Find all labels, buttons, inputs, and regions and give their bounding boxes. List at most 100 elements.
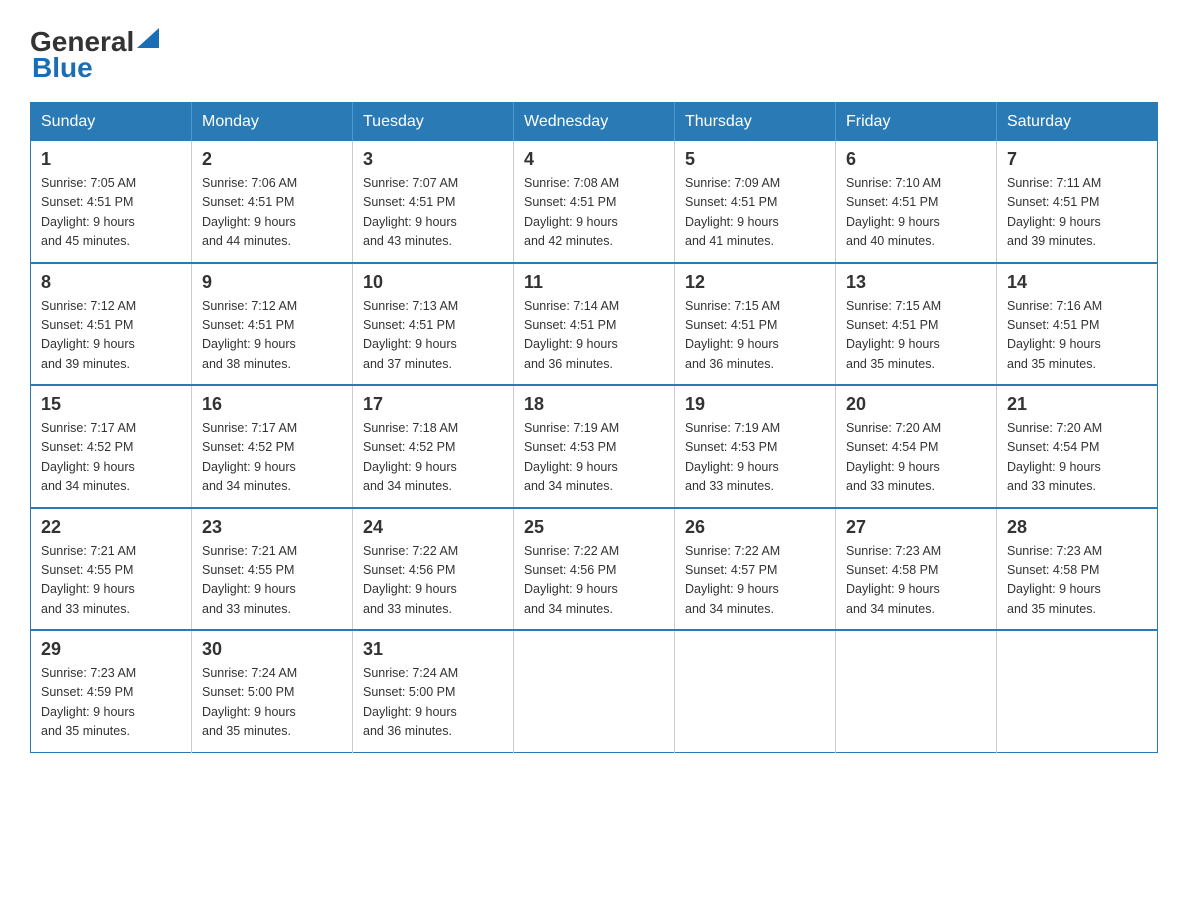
day-info: Sunrise: 7:18 AMSunset: 4:52 PMDaylight:… bbox=[363, 421, 458, 493]
day-info: Sunrise: 7:15 AMSunset: 4:51 PMDaylight:… bbox=[846, 299, 941, 371]
calendar-week-row: 8 Sunrise: 7:12 AMSunset: 4:51 PMDayligh… bbox=[31, 263, 1158, 386]
day-number: 23 bbox=[202, 517, 342, 538]
logo-triangle-icon bbox=[137, 28, 159, 48]
day-info: Sunrise: 7:16 AMSunset: 4:51 PMDaylight:… bbox=[1007, 299, 1102, 371]
calendar-cell: 13 Sunrise: 7:15 AMSunset: 4:51 PMDaylig… bbox=[836, 263, 997, 386]
calendar-cell: 4 Sunrise: 7:08 AMSunset: 4:51 PMDayligh… bbox=[514, 141, 675, 263]
logo: General Blue bbox=[30, 20, 159, 84]
calendar-cell: 14 Sunrise: 7:16 AMSunset: 4:51 PMDaylig… bbox=[997, 263, 1158, 386]
weekday-header-sunday: Sunday bbox=[31, 103, 192, 142]
day-number: 19 bbox=[685, 394, 825, 415]
weekday-header-wednesday: Wednesday bbox=[514, 103, 675, 142]
day-info: Sunrise: 7:24 AMSunset: 5:00 PMDaylight:… bbox=[363, 666, 458, 738]
day-info: Sunrise: 7:20 AMSunset: 4:54 PMDaylight:… bbox=[1007, 421, 1102, 493]
calendar-cell: 11 Sunrise: 7:14 AMSunset: 4:51 PMDaylig… bbox=[514, 263, 675, 386]
day-info: Sunrise: 7:12 AMSunset: 4:51 PMDaylight:… bbox=[202, 299, 297, 371]
day-number: 1 bbox=[41, 149, 181, 170]
calendar-week-row: 29 Sunrise: 7:23 AMSunset: 4:59 PMDaylig… bbox=[31, 630, 1158, 752]
calendar-cell: 26 Sunrise: 7:22 AMSunset: 4:57 PMDaylig… bbox=[675, 508, 836, 631]
day-info: Sunrise: 7:06 AMSunset: 4:51 PMDaylight:… bbox=[202, 176, 297, 248]
day-info: Sunrise: 7:22 AMSunset: 4:57 PMDaylight:… bbox=[685, 544, 780, 616]
day-info: Sunrise: 7:23 AMSunset: 4:58 PMDaylight:… bbox=[1007, 544, 1102, 616]
logo-blue-text: Blue bbox=[30, 52, 93, 84]
calendar-cell: 2 Sunrise: 7:06 AMSunset: 4:51 PMDayligh… bbox=[192, 141, 353, 263]
weekday-header-saturday: Saturday bbox=[997, 103, 1158, 142]
calendar-cell: 29 Sunrise: 7:23 AMSunset: 4:59 PMDaylig… bbox=[31, 630, 192, 752]
calendar-cell: 18 Sunrise: 7:19 AMSunset: 4:53 PMDaylig… bbox=[514, 385, 675, 508]
day-number: 3 bbox=[363, 149, 503, 170]
day-number: 18 bbox=[524, 394, 664, 415]
day-number: 26 bbox=[685, 517, 825, 538]
day-number: 7 bbox=[1007, 149, 1147, 170]
day-number: 11 bbox=[524, 272, 664, 293]
day-number: 29 bbox=[41, 639, 181, 660]
day-number: 20 bbox=[846, 394, 986, 415]
calendar-cell: 24 Sunrise: 7:22 AMSunset: 4:56 PMDaylig… bbox=[353, 508, 514, 631]
weekday-header-monday: Monday bbox=[192, 103, 353, 142]
day-info: Sunrise: 7:23 AMSunset: 4:59 PMDaylight:… bbox=[41, 666, 136, 738]
day-info: Sunrise: 7:22 AMSunset: 4:56 PMDaylight:… bbox=[363, 544, 458, 616]
day-number: 25 bbox=[524, 517, 664, 538]
day-info: Sunrise: 7:11 AMSunset: 4:51 PMDaylight:… bbox=[1007, 176, 1101, 248]
calendar-cell: 31 Sunrise: 7:24 AMSunset: 5:00 PMDaylig… bbox=[353, 630, 514, 752]
day-number: 16 bbox=[202, 394, 342, 415]
day-number: 13 bbox=[846, 272, 986, 293]
calendar-cell: 20 Sunrise: 7:20 AMSunset: 4:54 PMDaylig… bbox=[836, 385, 997, 508]
day-number: 21 bbox=[1007, 394, 1147, 415]
page-header: General Blue bbox=[30, 20, 1158, 84]
day-info: Sunrise: 7:08 AMSunset: 4:51 PMDaylight:… bbox=[524, 176, 619, 248]
calendar-cell bbox=[675, 630, 836, 752]
calendar-table: SundayMondayTuesdayWednesdayThursdayFrid… bbox=[30, 102, 1158, 753]
calendar-cell: 23 Sunrise: 7:21 AMSunset: 4:55 PMDaylig… bbox=[192, 508, 353, 631]
calendar-cell: 21 Sunrise: 7:20 AMSunset: 4:54 PMDaylig… bbox=[997, 385, 1158, 508]
calendar-cell: 19 Sunrise: 7:19 AMSunset: 4:53 PMDaylig… bbox=[675, 385, 836, 508]
day-info: Sunrise: 7:21 AMSunset: 4:55 PMDaylight:… bbox=[202, 544, 297, 616]
calendar-cell: 28 Sunrise: 7:23 AMSunset: 4:58 PMDaylig… bbox=[997, 508, 1158, 631]
day-info: Sunrise: 7:10 AMSunset: 4:51 PMDaylight:… bbox=[846, 176, 941, 248]
day-info: Sunrise: 7:21 AMSunset: 4:55 PMDaylight:… bbox=[41, 544, 136, 616]
calendar-cell: 1 Sunrise: 7:05 AMSunset: 4:51 PMDayligh… bbox=[31, 141, 192, 263]
weekday-header-friday: Friday bbox=[836, 103, 997, 142]
day-number: 9 bbox=[202, 272, 342, 293]
day-info: Sunrise: 7:17 AMSunset: 4:52 PMDaylight:… bbox=[202, 421, 297, 493]
calendar-week-row: 15 Sunrise: 7:17 AMSunset: 4:52 PMDaylig… bbox=[31, 385, 1158, 508]
day-number: 30 bbox=[202, 639, 342, 660]
calendar-cell bbox=[514, 630, 675, 752]
day-info: Sunrise: 7:05 AMSunset: 4:51 PMDaylight:… bbox=[41, 176, 136, 248]
day-number: 31 bbox=[363, 639, 503, 660]
calendar-cell: 5 Sunrise: 7:09 AMSunset: 4:51 PMDayligh… bbox=[675, 141, 836, 263]
calendar-cell bbox=[836, 630, 997, 752]
day-number: 28 bbox=[1007, 517, 1147, 538]
day-number: 24 bbox=[363, 517, 503, 538]
calendar-cell: 30 Sunrise: 7:24 AMSunset: 5:00 PMDaylig… bbox=[192, 630, 353, 752]
calendar-cell: 25 Sunrise: 7:22 AMSunset: 4:56 PMDaylig… bbox=[514, 508, 675, 631]
calendar-cell: 16 Sunrise: 7:17 AMSunset: 4:52 PMDaylig… bbox=[192, 385, 353, 508]
day-info: Sunrise: 7:14 AMSunset: 4:51 PMDaylight:… bbox=[524, 299, 619, 371]
day-info: Sunrise: 7:13 AMSunset: 4:51 PMDaylight:… bbox=[363, 299, 458, 371]
calendar-cell: 22 Sunrise: 7:21 AMSunset: 4:55 PMDaylig… bbox=[31, 508, 192, 631]
day-number: 14 bbox=[1007, 272, 1147, 293]
calendar-cell bbox=[997, 630, 1158, 752]
day-number: 12 bbox=[685, 272, 825, 293]
day-info: Sunrise: 7:22 AMSunset: 4:56 PMDaylight:… bbox=[524, 544, 619, 616]
calendar-week-row: 1 Sunrise: 7:05 AMSunset: 4:51 PMDayligh… bbox=[31, 141, 1158, 263]
weekday-header-tuesday: Tuesday bbox=[353, 103, 514, 142]
day-info: Sunrise: 7:20 AMSunset: 4:54 PMDaylight:… bbox=[846, 421, 941, 493]
day-info: Sunrise: 7:12 AMSunset: 4:51 PMDaylight:… bbox=[41, 299, 136, 371]
calendar-cell: 8 Sunrise: 7:12 AMSunset: 4:51 PMDayligh… bbox=[31, 263, 192, 386]
calendar-cell: 15 Sunrise: 7:17 AMSunset: 4:52 PMDaylig… bbox=[31, 385, 192, 508]
day-number: 5 bbox=[685, 149, 825, 170]
day-number: 8 bbox=[41, 272, 181, 293]
day-number: 27 bbox=[846, 517, 986, 538]
day-number: 2 bbox=[202, 149, 342, 170]
day-info: Sunrise: 7:23 AMSunset: 4:58 PMDaylight:… bbox=[846, 544, 941, 616]
calendar-cell: 7 Sunrise: 7:11 AMSunset: 4:51 PMDayligh… bbox=[997, 141, 1158, 263]
calendar-cell: 10 Sunrise: 7:13 AMSunset: 4:51 PMDaylig… bbox=[353, 263, 514, 386]
weekday-header-row: SundayMondayTuesdayWednesdayThursdayFrid… bbox=[31, 103, 1158, 142]
calendar-cell: 6 Sunrise: 7:10 AMSunset: 4:51 PMDayligh… bbox=[836, 141, 997, 263]
day-number: 6 bbox=[846, 149, 986, 170]
day-info: Sunrise: 7:07 AMSunset: 4:51 PMDaylight:… bbox=[363, 176, 458, 248]
day-info: Sunrise: 7:15 AMSunset: 4:51 PMDaylight:… bbox=[685, 299, 780, 371]
calendar-week-row: 22 Sunrise: 7:21 AMSunset: 4:55 PMDaylig… bbox=[31, 508, 1158, 631]
weekday-header-thursday: Thursday bbox=[675, 103, 836, 142]
